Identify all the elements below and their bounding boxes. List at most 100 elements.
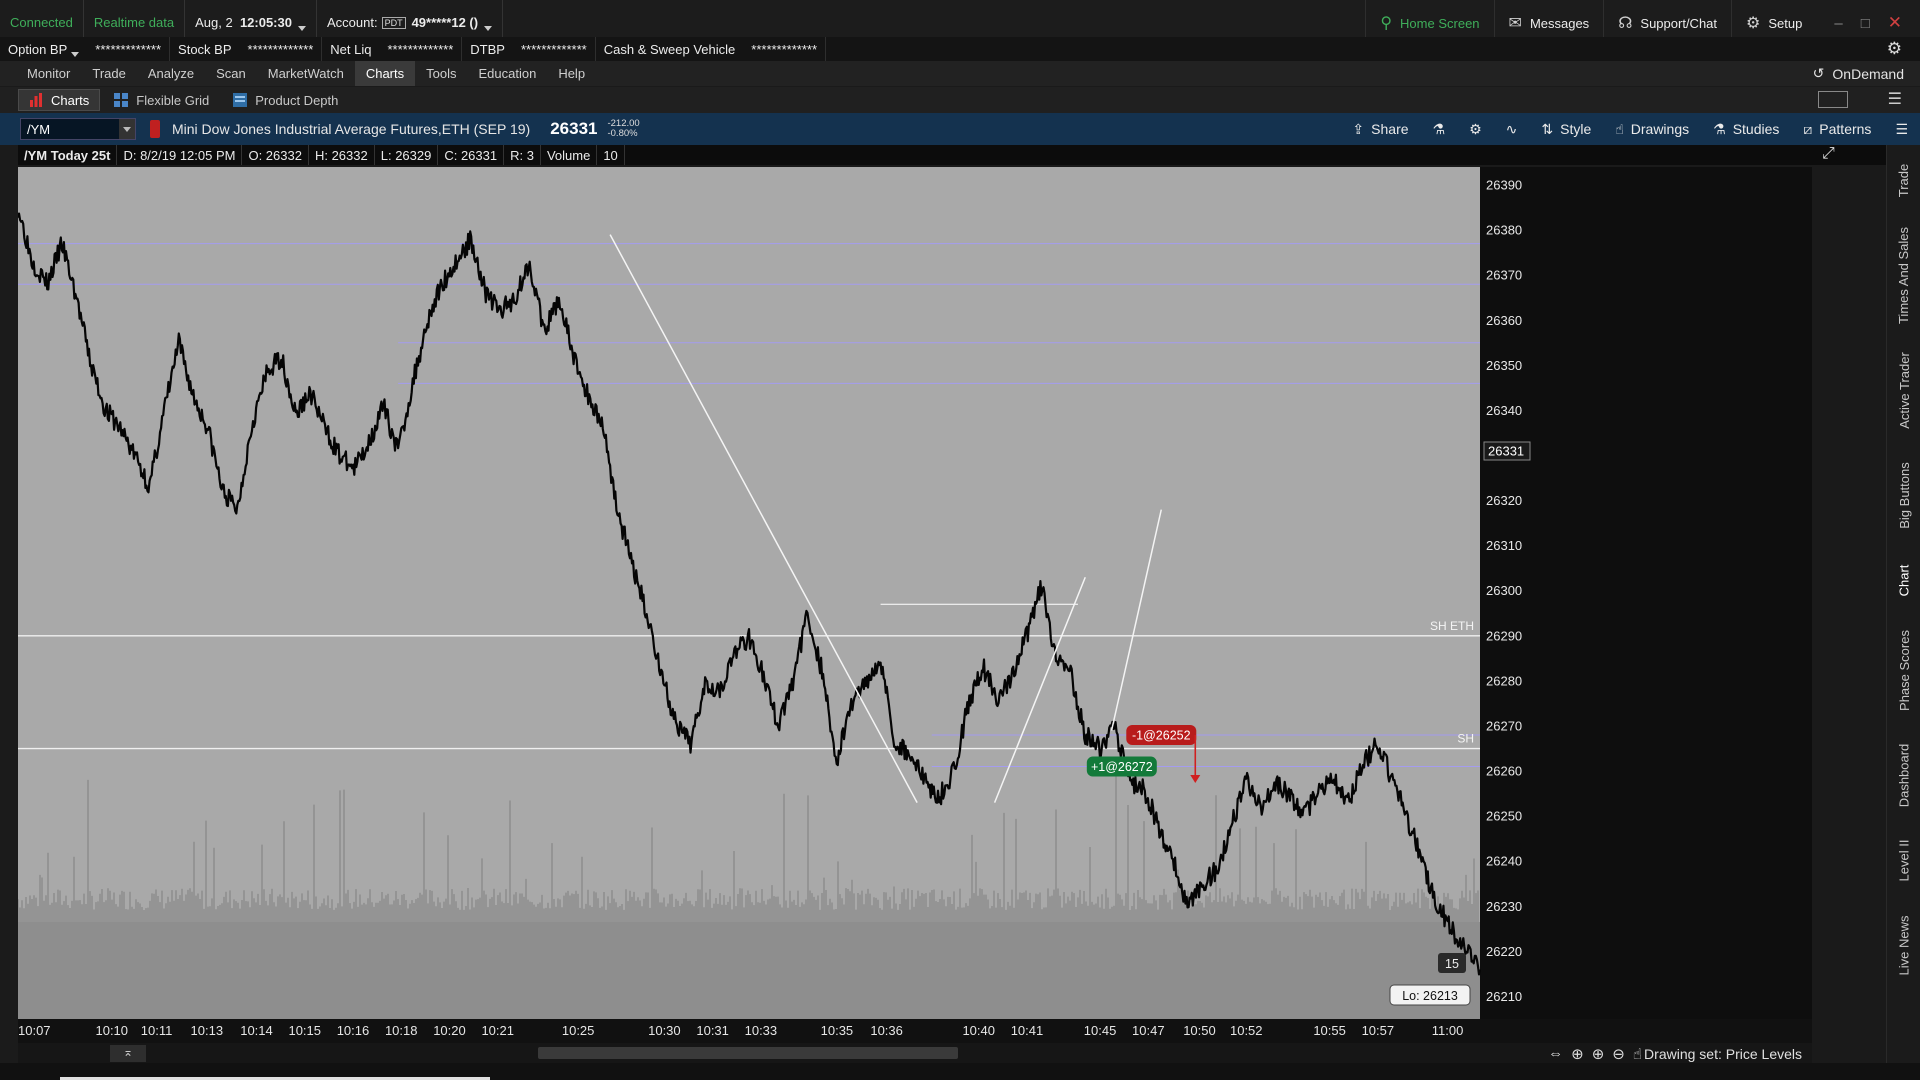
- chevron-down-icon: [484, 26, 493, 31]
- share-button[interactable]: ⇪ Share: [1340, 113, 1420, 145]
- price-tick-label: 26280: [1486, 673, 1522, 688]
- menu-lines-icon: ☰: [1895, 120, 1908, 137]
- red-flag-icon[interactable]: [150, 120, 160, 138]
- chevron-down-icon: [297, 26, 306, 31]
- menu-education[interactable]: Education: [467, 61, 547, 86]
- sidebar-tab-label: Big Buttons: [1896, 461, 1912, 529]
- volume-label: Volume: [541, 145, 598, 165]
- balance-value: *************: [520, 41, 587, 57]
- axis-scale-icon[interactable]: ⤢: [1822, 145, 1835, 163]
- sidebar-tab-label: Live News: [1896, 915, 1912, 975]
- hand-icon[interactable]: ☝: [1633, 1045, 1642, 1063]
- connection-status-text: Connected: [10, 15, 73, 30]
- ondemand-button[interactable]: ↺ OnDemand: [1813, 61, 1904, 86]
- symbol-input[interactable]: /YM: [20, 118, 136, 140]
- menu-tools[interactable]: Tools: [415, 61, 467, 86]
- price-tick-label: 26230: [1486, 899, 1522, 914]
- sidebar-tab-trade[interactable]: Trade: [1887, 150, 1920, 210]
- balance-value: *************: [95, 41, 162, 57]
- bar-info: /YM Today 25t D: 8/2/19 12:05 PM O: 2633…: [0, 145, 1920, 165]
- price-chart[interactable]: SH ETH SH -1@26252 +1@26272 26390 26380 26370 2…: [18, 167, 1812, 1019]
- volume-band: [18, 922, 1480, 1019]
- time-tick-label: 10:36: [870, 1023, 903, 1038]
- menu-trade[interactable]: Trade: [81, 61, 136, 86]
- menu-analyze[interactable]: Analyze: [137, 61, 205, 86]
- drawings-button[interactable]: ☝ Drawings: [1603, 113, 1701, 145]
- sidebar-tab-chart[interactable]: Chart: [1887, 550, 1920, 610]
- menu-help[interactable]: Help: [547, 61, 596, 86]
- balance-value: *************: [387, 41, 454, 57]
- balance-cash-sweep: Cash & Sweep Vehicle *************: [596, 37, 827, 61]
- style-icon: ⇅: [1541, 120, 1554, 137]
- plot-background: [18, 167, 1480, 1019]
- sidebar-tab-dashboard[interactable]: Dashboard: [1887, 730, 1920, 820]
- chart-subtabs: Charts Flexible Grid Product Depth ☰: [0, 87, 1920, 113]
- studies-button[interactable]: ⚗ Studies: [1701, 113, 1791, 145]
- sidebar-tab-times-and-sales[interactable]: Times And Sales: [1887, 215, 1920, 335]
- sidebar-tab-phase-scores[interactable]: Phase Scores: [1887, 615, 1920, 725]
- setup-label: Setup: [1768, 15, 1803, 31]
- time-tick-label: 10:50: [1183, 1023, 1216, 1038]
- chevron-down-icon[interactable]: [119, 119, 135, 139]
- time-tick-label: 10:35: [821, 1023, 854, 1038]
- time-tick-label: 10:30: [648, 1023, 681, 1038]
- patterns-button[interactable]: ⧄ Patterns: [1791, 113, 1883, 145]
- patterns-icon: ⧄: [1803, 120, 1813, 137]
- sidebar-tab-live-news[interactable]: Live News: [1887, 900, 1920, 990]
- balances-bar: Option BP ************* Stock BP *******…: [0, 37, 1920, 61]
- flask-button[interactable]: ⚗: [1421, 113, 1458, 145]
- balance-label: Option BP: [8, 41, 68, 57]
- crosshair-icon[interactable]: ⊕: [1571, 1045, 1584, 1063]
- hand-icon: ☝: [1615, 120, 1624, 137]
- zoom-in-icon[interactable]: ⊕: [1592, 1045, 1605, 1063]
- symbol-description: Mini Dow Jones Industrial Average Future…: [172, 121, 531, 137]
- collapse-panel-button[interactable]: ⌅: [110, 1045, 146, 1062]
- balance-dtbp: DTBP *************: [462, 37, 596, 61]
- menu-lines-icon[interactable]: ☰: [1888, 89, 1902, 109]
- menu-monitor[interactable]: Monitor: [16, 61, 81, 86]
- zoom-out-icon[interactable]: ⊖: [1612, 1045, 1625, 1063]
- minimize-icon[interactable]: –: [1834, 15, 1842, 32]
- price-tick-label: 26260: [1486, 764, 1522, 779]
- crosshair-button[interactable]: ∿: [1494, 113, 1530, 145]
- menu-marketwatch[interactable]: MarketWatch: [257, 61, 355, 86]
- subtab-charts[interactable]: Charts: [18, 89, 101, 111]
- style-button[interactable]: ⇅ Style: [1529, 113, 1603, 145]
- scroll-thumb[interactable]: [538, 1047, 958, 1059]
- sidebar-tab-active-trader[interactable]: Active Trader: [1887, 340, 1920, 440]
- drawings-label: Drawings: [1630, 121, 1690, 137]
- chart-settings-button[interactable]: ⚙: [1457, 113, 1494, 145]
- bar-low: L: 26329: [375, 145, 439, 165]
- pan-icon[interactable]: ⇔: [1548, 1045, 1563, 1063]
- gear-icon: ⚙: [1469, 120, 1482, 137]
- time-tick-label: 10:15: [288, 1023, 321, 1038]
- time-tick-label: 10:07: [18, 1023, 51, 1038]
- subtab-product-depth[interactable]: Product Depth: [223, 89, 348, 111]
- price-tick-label: 26380: [1486, 223, 1522, 238]
- menu-scan[interactable]: Scan: [205, 61, 257, 86]
- gear-icon[interactable]: ⚙: [1887, 39, 1902, 59]
- price-tick-label: 26220: [1486, 944, 1522, 959]
- depth-icon: [233, 93, 248, 107]
- sidebar-tab-level-ii[interactable]: Level II: [1887, 825, 1920, 895]
- chart-scrollbar[interactable]: ⌅ ⇔ ⊕ ⊕ ⊖ ☝ Drawing set: Price Levels: [18, 1043, 1812, 1063]
- layout-icon[interactable]: [1818, 91, 1848, 108]
- price-axis-background: [1480, 167, 1812, 1019]
- pdt-badge: PDT: [381, 16, 406, 29]
- close-icon[interactable]: ✕: [1888, 13, 1902, 33]
- menu-charts[interactable]: Charts: [354, 61, 416, 86]
- reference-line-label: SH: [1457, 732, 1474, 746]
- toolbar-menu-button[interactable]: ☰: [1883, 113, 1920, 145]
- drawing-set-label[interactable]: Drawing set: Price Levels: [1644, 1046, 1802, 1062]
- subtab-flexible-grid[interactable]: Flexible Grid: [104, 89, 219, 111]
- maximize-icon[interactable]: □: [1861, 15, 1870, 32]
- bar-date: D: 8/2/19 12:05 PM: [117, 145, 243, 165]
- sidebar-tab-big-buttons[interactable]: Big Buttons: [1887, 445, 1920, 545]
- chart-toolbar: ⇪ Share ⚗ ⚙ ∿ ⇅ Style ☝ Drawings ⚗ Studies ⧄…: [1340, 113, 1920, 145]
- time-tick-label: 10:57: [1362, 1023, 1395, 1038]
- chart-canvas[interactable]: SH ETH SH -1@26252 +1@26272 26390 26380 26370 2…: [18, 167, 1812, 1019]
- price-tick-label: 26270: [1486, 718, 1522, 733]
- bottom-strip: [0, 1063, 1920, 1080]
- sidebar-tab-label: Phase Scores: [1896, 629, 1912, 711]
- balance-label: DTBP: [470, 41, 505, 57]
